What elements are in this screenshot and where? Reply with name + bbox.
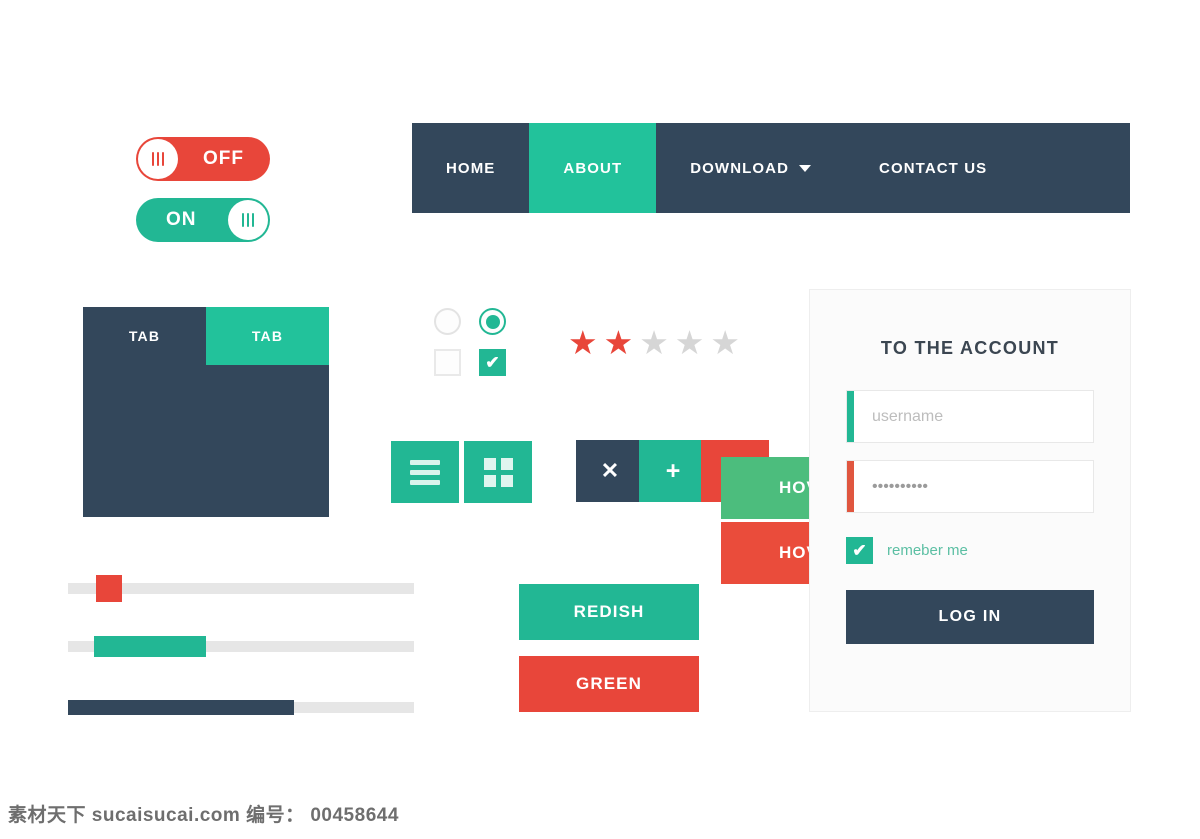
tab-panel: TAB TAB <box>83 307 329 517</box>
menu-button[interactable] <box>391 441 459 503</box>
radio-checked[interactable] <box>479 308 506 335</box>
star-icon[interactable]: ★ <box>604 326 634 359</box>
main-navigation-bar: HOME ABOUT DOWNLOAD CONTACT US <box>412 123 1130 213</box>
tab-second[interactable]: TAB <box>206 307 329 365</box>
star-icon[interactable]: ★ <box>710 326 740 359</box>
checkbox-row: ✔ <box>434 349 506 376</box>
nav-label-home: HOME <box>446 159 496 177</box>
tab-content-area <box>83 365 329 517</box>
green-button-label: GREEN <box>576 674 642 693</box>
tab-label-second: TAB <box>251 328 284 344</box>
grip-line-icon <box>242 213 244 227</box>
toggle-label-off: OFF <box>203 148 244 169</box>
redish-button-label: REDISH <box>573 602 645 621</box>
star-rating[interactable]: ★ ★ ★ ★ ★ <box>568 326 740 359</box>
password-accent-bar <box>847 461 854 512</box>
tab-label-first: TAB <box>128 328 161 344</box>
plus-button[interactable]: + <box>639 440 707 502</box>
plus-icon: + <box>665 456 681 485</box>
grip-line-icon <box>152 152 154 166</box>
nav-label-contact-us: CONTACT US <box>879 159 988 177</box>
grip-line-icon <box>247 213 249 227</box>
nav-item-about[interactable]: ABOUT <box>529 123 657 213</box>
tab-first[interactable]: TAB <box>83 307 206 365</box>
star-icon[interactable]: ★ <box>568 326 598 359</box>
toggle-knob-off[interactable] <box>138 139 178 179</box>
close-button[interactable]: ✕ <box>576 440 644 502</box>
password-field-wrapper <box>846 460 1097 513</box>
radio-dot-icon <box>485 314 500 329</box>
password-input[interactable] <box>854 461 1097 512</box>
toggle-label-on: ON <box>166 209 197 230</box>
username-field-wrapper <box>846 390 1097 443</box>
grip-line-icon <box>162 152 164 166</box>
hamburger-icon <box>410 459 440 485</box>
slider-red-handle[interactable] <box>96 575 122 602</box>
check-icon: ✔ <box>485 353 500 372</box>
checkbox-checked[interactable]: ✔ <box>479 349 506 376</box>
remember-me-checkbox[interactable]: ✔ <box>846 537 873 564</box>
remember-me-row[interactable]: ✔ remeber me <box>846 537 1130 564</box>
grid-icon <box>483 457 513 487</box>
grip-line-icon <box>157 152 159 166</box>
remember-me-label: remeber me <box>887 542 968 559</box>
nav-label-about: ABOUT <box>563 159 623 177</box>
progress-navy-fill <box>68 700 294 715</box>
toggle-switch-on[interactable]: ON <box>136 198 270 242</box>
star-icon[interactable]: ★ <box>639 326 669 359</box>
watermark-text: 素材天下 sucaisucai.com 编号： 00458644 <box>8 805 399 826</box>
login-card-title: TO THE ACCOUNT <box>880 338 1060 358</box>
green-button[interactable]: GREEN <box>519 656 699 712</box>
close-icon: ✕ <box>600 458 620 483</box>
nav-item-home[interactable]: HOME <box>412 123 529 213</box>
radio-unchecked[interactable] <box>434 308 461 335</box>
nav-label-download: DOWNLOAD <box>690 159 790 177</box>
nav-item-download[interactable]: DOWNLOAD <box>656 123 845 213</box>
grid-button[interactable] <box>464 441 532 503</box>
chevron-down-icon <box>799 164 812 172</box>
checkbox-unchecked[interactable] <box>434 349 461 376</box>
grip-line-icon <box>252 213 254 227</box>
login-card: TO THE ACCOUNT ✔ remeber me LOG IN <box>809 289 1131 712</box>
check-icon: ✔ <box>852 541 867 560</box>
slider-teal-fill[interactable] <box>94 636 206 657</box>
nav-item-contact-us[interactable]: CONTACT US <box>845 123 1021 213</box>
redish-button[interactable]: REDISH <box>519 584 699 640</box>
username-input[interactable] <box>854 391 1097 442</box>
username-accent-bar <box>847 391 854 442</box>
ui-kit-canvas: OFF ON HOME ABOUT DOWNLOAD CONTACT US TA… <box>0 0 1200 839</box>
tab-bar: TAB TAB <box>83 307 329 365</box>
choice-controls-group: ✔ <box>434 308 506 390</box>
toggle-switch-off[interactable]: OFF <box>136 137 270 181</box>
radio-row <box>434 308 506 335</box>
toggle-knob-on[interactable] <box>228 200 268 240</box>
log-in-button[interactable]: LOG IN <box>846 590 1094 644</box>
star-icon[interactable]: ★ <box>675 326 705 359</box>
